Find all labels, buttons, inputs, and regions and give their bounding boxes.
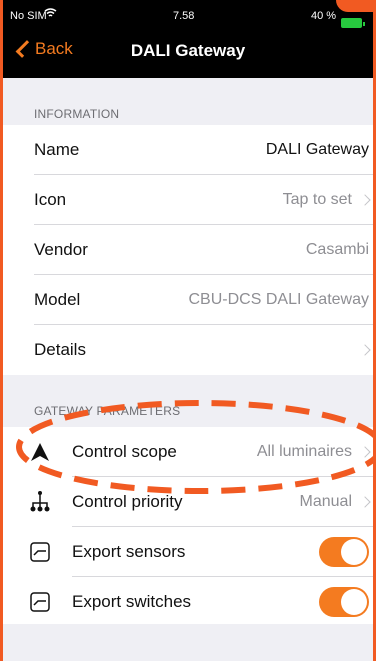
control-priority-row[interactable]: Control priority Manual	[3, 477, 373, 527]
control-scope-value-text: All luminaires	[256, 443, 352, 460]
gateway-section-title: GATEWAY PARAMETERS	[34, 404, 181, 418]
export-sensors-toggle[interactable]	[319, 537, 369, 567]
model-label: Model	[34, 290, 81, 309]
battery-text: 40 %	[311, 10, 337, 22]
network-icon	[25, 487, 55, 517]
navigation-bar: Back DALI Gateway	[3, 30, 373, 74]
wifi-icon	[41, 8, 57, 20]
time-text: 7.58	[173, 10, 195, 22]
information-group: Name DALI Gateway Icon Tap to set Vendor…	[3, 125, 373, 375]
chevron-right-icon	[359, 496, 371, 508]
control-scope-value: All luminaires	[256, 443, 371, 461]
model-row: Model CBU-DCS DALI Gateway	[3, 275, 373, 325]
top-bar: No SIM 7.58 40 % Back DALI Gateway	[3, 0, 376, 78]
details-row[interactable]: Details	[3, 325, 373, 375]
details-value	[352, 344, 371, 356]
status-bar: No SIM 7.58 40 %	[3, 0, 373, 30]
control-priority-label: Control priority	[72, 492, 183, 511]
icon-row[interactable]: Icon Tap to set	[3, 175, 373, 225]
page-title: DALI Gateway	[130, 41, 246, 60]
vendor-row: Vendor Casambi	[3, 225, 373, 275]
export-sensors-row: Export sensors	[3, 527, 373, 577]
name-row: Name DALI Gateway	[3, 125, 373, 175]
name-label: Name	[34, 140, 80, 159]
chevron-right-icon	[359, 344, 371, 356]
vendor-label: Vendor	[34, 240, 88, 259]
icon-value: Tap to set	[282, 191, 371, 209]
bottom-background	[3, 624, 373, 661]
control-priority-value-text: Manual	[299, 493, 352, 510]
switch-icon	[25, 587, 55, 617]
name-value: DALI Gateway	[265, 141, 369, 158]
vendor-value: Casambi	[305, 241, 369, 258]
icon-label: Icon	[34, 190, 67, 209]
export-switches-row: Export switches	[3, 577, 373, 627]
chevron-right-icon	[359, 194, 371, 206]
details-label: Details	[34, 340, 86, 359]
chevron-right-icon	[359, 446, 371, 458]
model-value: CBU-DCS DALI Gateway	[188, 291, 370, 308]
control-priority-value: Manual	[299, 493, 371, 511]
gateway-group: Control scope All luminaires Control pri…	[3, 427, 373, 627]
control-scope-row[interactable]: Control scope All luminaires	[3, 427, 373, 477]
export-switches-toggle[interactable]	[319, 587, 369, 617]
icon-value-text: Tap to set	[282, 191, 352, 208]
sensor-icon	[25, 537, 55, 567]
information-section-title: INFORMATION	[34, 107, 120, 121]
control-scope-label: Control scope	[72, 442, 177, 461]
triangle-icon	[25, 437, 55, 467]
export-sensors-label: Export sensors	[72, 542, 186, 561]
annotation-tab	[336, 0, 376, 12]
app-screen: No SIM 7.58 40 % Back DALI Gateway INFOR…	[0, 0, 376, 661]
export-switches-label: Export switches	[72, 592, 192, 611]
